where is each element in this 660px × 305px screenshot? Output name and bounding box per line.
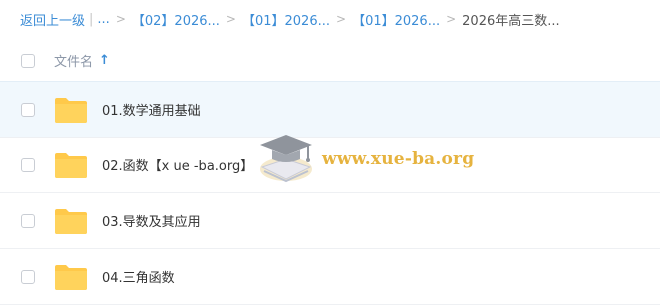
folder-name[interactable]: 01.数学通用基础 [102, 100, 201, 119]
breadcrumb-divider: | [89, 11, 94, 27]
folder-icon [55, 264, 87, 290]
watermark-text: www.xue-ba.org [322, 149, 475, 169]
row-checkbox[interactable] [21, 269, 35, 284]
breadcrumb-ellipsis[interactable]: ... [97, 12, 109, 27]
file-list-header: 文件名 ↑ [0, 40, 660, 82]
select-all-checkbox[interactable] [21, 53, 35, 68]
breadcrumb: 返回上一级 | ... > 【02】2026... > 【01】2026... … [20, 9, 560, 29]
back-link[interactable]: 返回上一级 [20, 10, 85, 29]
sort-up-arrow-icon: ↑ [99, 53, 110, 68]
folder-icon [55, 208, 87, 234]
folder-icon [55, 152, 87, 178]
folder-name[interactable]: 04.三角函数 [102, 267, 175, 286]
folder-name[interactable]: 03.导数及其应用 [102, 211, 201, 230]
watermark: www.xue-ba.org [252, 129, 482, 193]
breadcrumb-item-3[interactable]: 【01】2026... [352, 10, 440, 29]
breadcrumb-item-2[interactable]: 【01】2026... [242, 10, 330, 29]
chevron-right-icon: > [336, 12, 347, 26]
chevron-right-icon: > [446, 12, 457, 26]
breadcrumb-item-1[interactable]: 【02】2026... [132, 10, 220, 29]
sort-by-name-header[interactable]: 文件名 ↑ [54, 51, 110, 70]
row-checkbox[interactable] [21, 157, 35, 172]
row-checkbox[interactable] [21, 213, 35, 228]
breadcrumb-current: 2026年高三数... [462, 13, 560, 29]
chevron-right-icon: > [115, 12, 126, 26]
folder-icon [55, 97, 87, 123]
column-name-label: 文件名 [54, 55, 94, 70]
row-checkbox[interactable] [21, 102, 35, 117]
file-row[interactable]: 04.三角函数 [0, 249, 660, 305]
file-row[interactable]: 03.导数及其应用 [0, 193, 660, 249]
folder-name[interactable]: 02.函数【x ue -ba.org】 [102, 155, 253, 174]
chevron-right-icon: > [225, 12, 236, 26]
graduation-cap-book-icon [260, 135, 312, 183]
